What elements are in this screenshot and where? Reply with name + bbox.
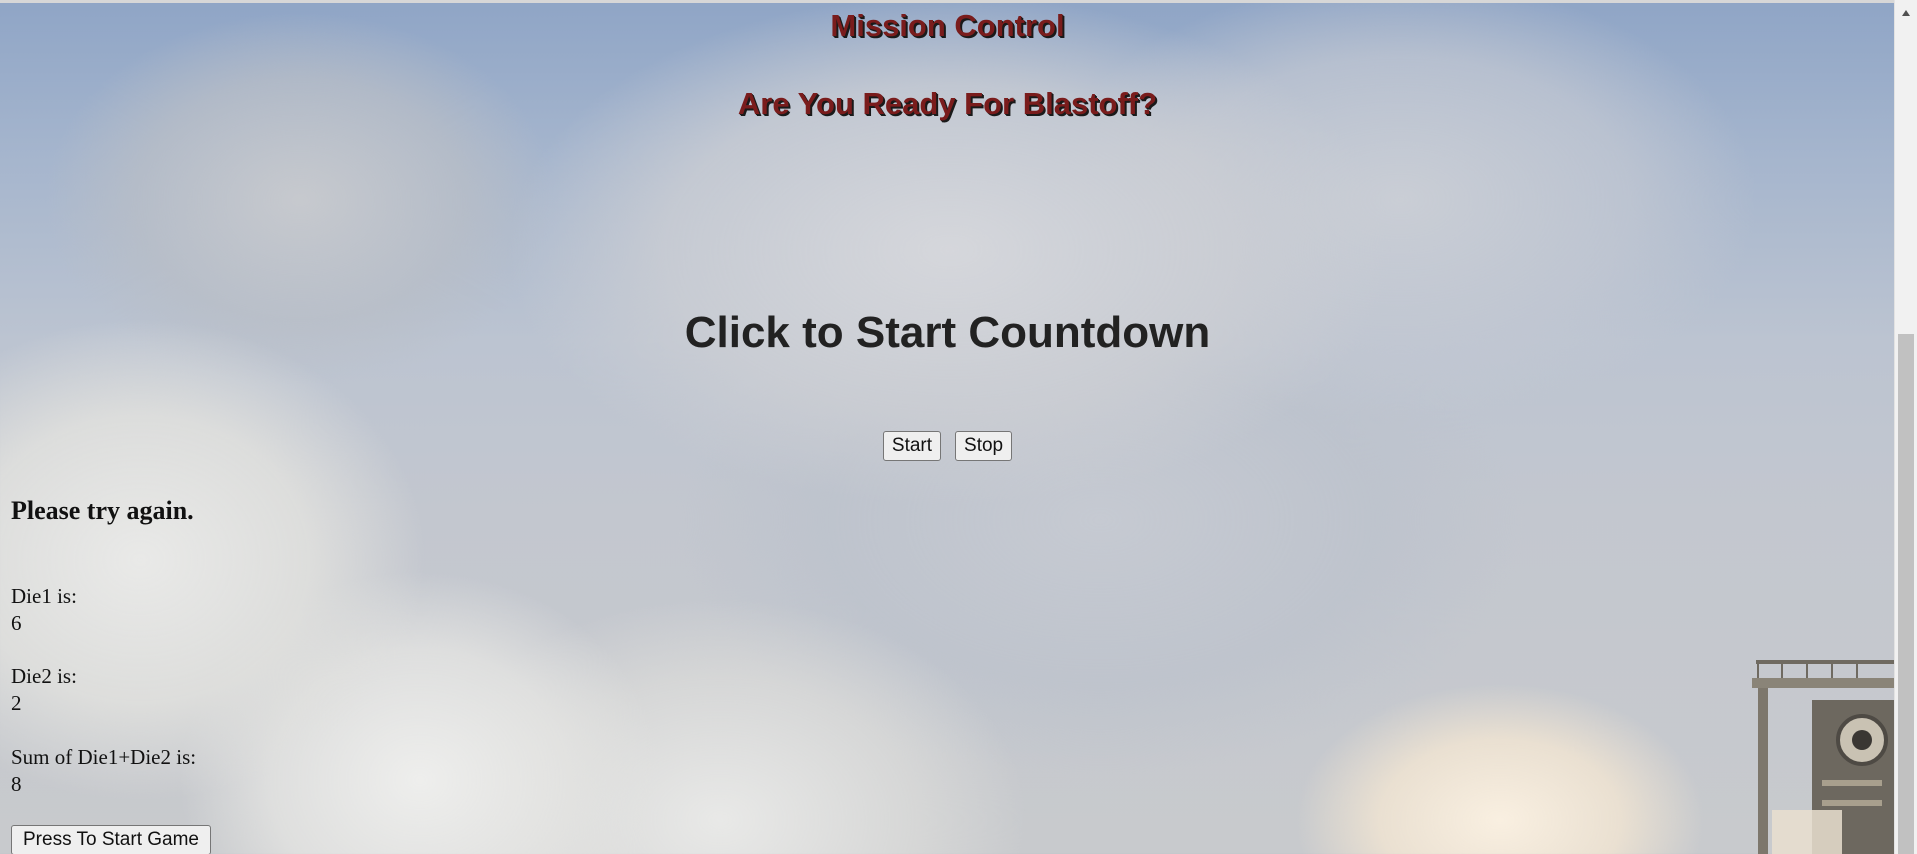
page-title: Mission Control <box>830 8 1065 43</box>
game-result-message: Please try again. <box>11 496 194 525</box>
countdown-controls: Start Stop <box>0 431 1895 461</box>
start-button[interactable]: Start <box>882 431 942 461</box>
vertical-scrollbar[interactable] <box>1894 0 1917 854</box>
start-game-button[interactable]: Press To Start Game <box>11 825 211 854</box>
sum-section: Sum of Die1+Die2 is: 8 <box>11 744 196 798</box>
scrollbar-thumb[interactable] <box>1898 334 1914 854</box>
launch-tower-image <box>1752 660 1895 854</box>
die2-label: Die2 is: <box>11 664 77 688</box>
die2-value: 2 <box>11 691 22 715</box>
die1-label: Die1 is: <box>11 584 77 608</box>
scroll-up-button[interactable] <box>1895 4 1917 22</box>
stop-button[interactable]: Stop <box>955 431 1013 461</box>
die2-section: Die2 is: 2 <box>11 663 77 717</box>
countdown-display: Click to Start Countdown <box>684 308 1211 357</box>
sum-value: 8 <box>11 772 22 796</box>
page-subtitle: Are You Ready For Blastoff? <box>737 86 1158 121</box>
triangle-up-icon <box>1902 10 1910 16</box>
die1-section: Die1 is: 6 <box>11 583 77 637</box>
window-top-border <box>0 0 1917 3</box>
die1-value: 6 <box>11 611 22 635</box>
sum-label: Sum of Die1+Die2 is: <box>11 745 197 769</box>
